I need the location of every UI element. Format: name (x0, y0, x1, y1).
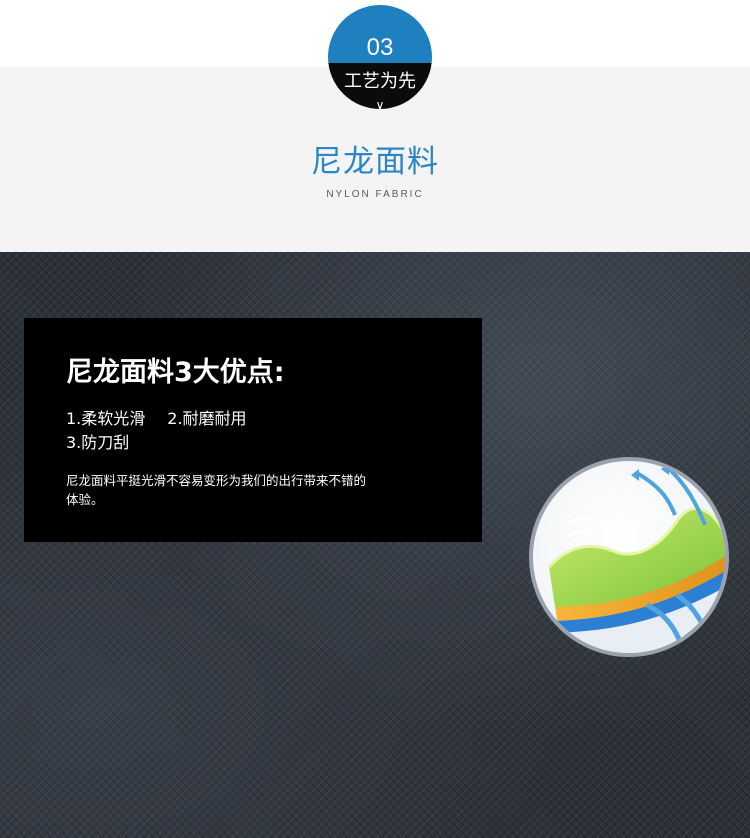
advantage-soft-smooth: 1.柔软光滑 (66, 409, 146, 428)
advantage-row-1: 1.柔软光滑 2.耐磨耐用 (66, 408, 247, 430)
page-title: 尼龙面料 (311, 144, 439, 180)
info-heading: 尼龙面料3大优点: (66, 357, 285, 388)
chevron-down-icon: ∨ (375, 98, 385, 109)
advantage-row-2: 3.防刀刮 (66, 432, 129, 454)
fabric-layer-cross-section-icon (529, 457, 729, 657)
advantage-cut-resistant: 3.防刀刮 (66, 433, 130, 452)
advantage-wear-resistant: 2.耐磨耐用 (167, 409, 247, 428)
section-label: 工艺为先 (344, 71, 416, 92)
page-subtitle: NYLON FABRIC (326, 189, 424, 200)
info-description: 尼龙面料平挺光滑不容易变形为我们的出行带来不错的体验。 (66, 473, 367, 507)
section-badge: 03 工艺为先 ∨ (328, 5, 432, 109)
section-number: 03 (366, 34, 394, 61)
info-box: 尼龙面料3大优点: 1.柔软光滑 2.耐磨耐用 3.防刀刮 尼龙面料平挺光滑不容易… (24, 318, 482, 542)
